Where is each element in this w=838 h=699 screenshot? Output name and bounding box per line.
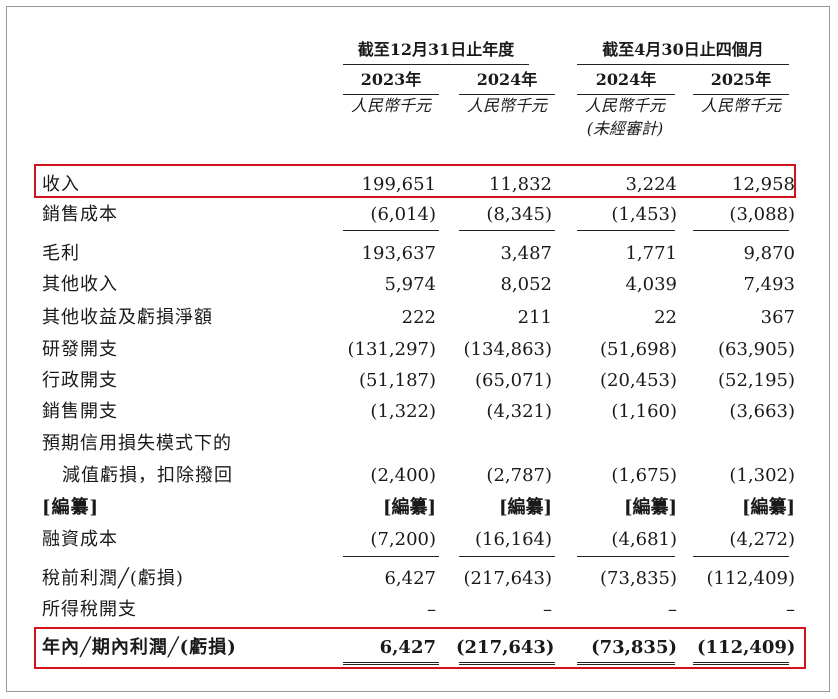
cell-value: [編纂] (741, 497, 795, 518)
row-label: 其他收入 (42, 274, 118, 295)
cell-value: (7,200) (370, 529, 436, 550)
header-year-2023: 2023年 (343, 66, 439, 95)
cell-value: (1,302) (729, 465, 795, 486)
row-label: 融資成本 (42, 529, 118, 550)
cell-value: 4,039 (625, 274, 677, 295)
subtotal-rule (577, 230, 675, 231)
cell-value: – (668, 599, 677, 620)
highlight-net-profit-row (34, 627, 806, 669)
row-label: 其他收益及虧損淨額 (42, 307, 213, 328)
cell-value: (20,453) (599, 370, 677, 391)
highlight-revenue-row (34, 164, 796, 198)
row-income-tax: 所得稅開支 – – – – (0, 595, 838, 625)
cell-value: (52,195) (717, 370, 795, 391)
unit-label: 人民幣千元 (584, 96, 665, 115)
cell-value: (8,345) (486, 204, 552, 225)
cell-value: 367 (760, 307, 795, 328)
cell-value: 5,974 (384, 274, 436, 295)
row-impairment-losses: 減值虧損，扣除撥回 (2,400) (2,787) (1,675) (1,302… (0, 461, 838, 491)
cell-value: 222 (401, 307, 436, 328)
subtotal-rule (459, 556, 555, 557)
cell-value: – (427, 599, 436, 620)
row-label: 稅前利潤╱(虧損) (42, 568, 184, 589)
unit-label: 人民幣千元 (466, 96, 547, 115)
row-gross-profit: 毛利 193,637 3,487 1,771 9,870 (0, 239, 838, 269)
cell-value: (4,272) (729, 529, 795, 550)
cell-value: (4,321) (486, 401, 552, 422)
row-finance-costs: 融資成本 (7,200) (16,164) (4,681) (4,272) (0, 525, 838, 555)
unit-label: 人民幣千元 (700, 96, 781, 115)
row-label: 預期信用損失模式下的 (42, 433, 232, 454)
row-label: 銷售開支 (42, 401, 118, 422)
header-period-2024: 2024年 (577, 66, 675, 95)
row-label: 行政開支 (42, 370, 118, 391)
cell-value: (217,643) (463, 568, 552, 589)
cell-value: (1,675) (611, 465, 677, 486)
cell-value: 1,771 (625, 243, 677, 264)
cell-value: 3,487 (500, 243, 552, 264)
cell-value: (16,164) (474, 529, 552, 550)
cell-value: [編纂] (382, 497, 436, 518)
cell-value: (3,663) (729, 401, 795, 422)
row-selling-expenses: 銷售開支 (1,322) (4,321) (1,160) (3,663) (0, 397, 838, 427)
row-redacted: [編纂] [編纂] [編纂] [編纂] [編纂] (0, 493, 838, 523)
row-label: 減值虧損，扣除撥回 (62, 465, 233, 486)
header-group-four-months: 截至4月30日止四個月 (577, 36, 789, 65)
cell-value: (51,698) (599, 339, 677, 360)
cell-value: (131,297) (347, 339, 436, 360)
cell-value: (1,453) (611, 204, 677, 225)
row-profit-before-tax: 稅前利潤╱(虧損) 6,427 (217,643) (73,835) (112,… (0, 564, 838, 594)
row-other-income: 其他收入 5,974 8,052 4,039 7,493 (0, 270, 838, 300)
subtotal-rule (459, 230, 555, 231)
cell-value: (51,187) (358, 370, 436, 391)
subtotal-rule (343, 230, 439, 231)
cell-value: [編纂] (623, 497, 677, 518)
subtotal-rule (343, 556, 439, 557)
row-other-gains-losses: 其他收益及虧損淨額 222 211 22 367 (0, 303, 838, 333)
header-year-2024: 2024年 (459, 66, 555, 95)
row-label: [編纂] (42, 497, 100, 518)
unit-label: 人民幣千元 (350, 96, 431, 115)
cell-value: 22 (654, 307, 677, 328)
cell-value: (112,409) (706, 568, 795, 589)
row-impairment-heading: 預期信用損失模式下的 (0, 429, 838, 459)
cell-value: (63,905) (717, 339, 795, 360)
cell-value: (1,160) (611, 401, 677, 422)
subtotal-rule (577, 556, 675, 557)
cell-value: – (543, 599, 552, 620)
header-period-2025: 2025年 (693, 66, 789, 95)
row-rnd-expenses: 研發開支 (131,297) (134,863) (51,698) (63,90… (0, 335, 838, 365)
row-label: 所得稅開支 (42, 599, 137, 620)
cell-value: 211 (517, 307, 552, 328)
cell-value: (2,400) (370, 465, 436, 486)
row-label: 研發開支 (42, 339, 118, 360)
cell-value: (6,014) (370, 204, 436, 225)
cell-value: 8,052 (500, 274, 552, 295)
cell-value: (2,787) (486, 465, 552, 486)
subtotal-rule (693, 230, 789, 231)
header-group-year-ended: 截至12月31日止年度 (343, 36, 529, 65)
cell-value: (4,681) (611, 529, 677, 550)
cell-value: 9,870 (743, 243, 795, 264)
cell-value: 6,427 (384, 568, 436, 589)
cell-value: 193,637 (361, 243, 436, 264)
cell-value: [編纂] (498, 497, 552, 518)
row-label: 毛利 (42, 243, 80, 264)
cell-value: – (786, 599, 795, 620)
row-label: 銷售成本 (42, 204, 118, 225)
subtotal-rule (693, 556, 789, 557)
cell-value: (1,322) (370, 401, 436, 422)
cell-value: (134,863) (463, 339, 552, 360)
row-admin-expenses: 行政開支 (51,187) (65,071) (20,453) (52,195) (0, 366, 838, 396)
cell-value: (65,071) (474, 370, 552, 391)
unaudited-note: (未經審計) (586, 119, 664, 138)
cell-value: (73,835) (599, 568, 677, 589)
cell-value: 7,493 (743, 274, 795, 295)
cell-value: (3,088) (729, 204, 795, 225)
row-cost-of-sales: 銷售成本 (6,014) (8,345) (1,453) (3,088) (0, 200, 838, 230)
